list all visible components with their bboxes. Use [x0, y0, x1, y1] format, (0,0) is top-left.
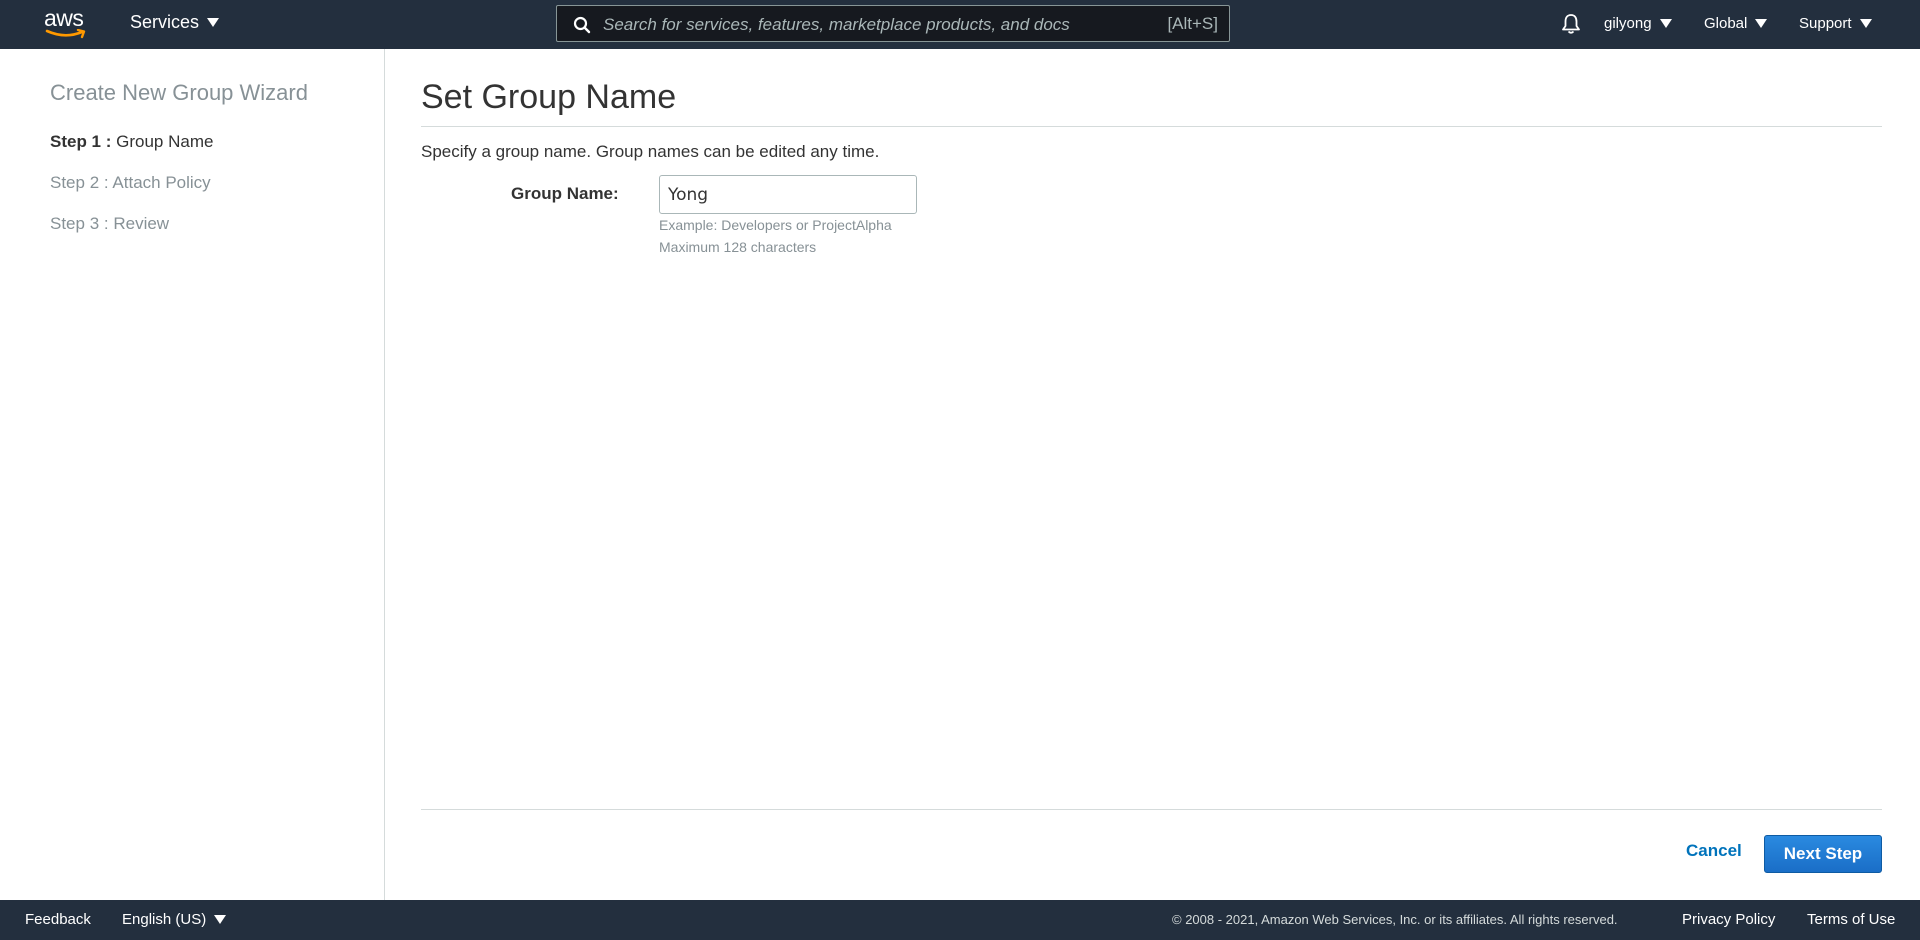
terms-of-use-link[interactable]: Terms of Use [1807, 911, 1895, 928]
page-description: Specify a group name. Group names can be… [421, 142, 880, 161]
wizard-step-review[interactable]: Step 3 : Review [50, 214, 169, 234]
language-label: English (US) [122, 911, 207, 928]
group-name-label: Group Name: [511, 184, 619, 203]
aws-logo-text: aws [44, 5, 84, 31]
search-bar[interactable]: [Alt+S] [556, 5, 1230, 42]
step-name: Group Name [116, 132, 214, 151]
bell-icon[interactable] [1560, 13, 1582, 35]
search-input[interactable] [601, 11, 1125, 39]
feedback-link[interactable]: Feedback [25, 911, 91, 928]
step-name: Attach Policy [112, 173, 211, 192]
actions-divider [421, 809, 1882, 810]
wizard-sidebar: Create New Group Wizard Step 1 : Group N… [0, 49, 385, 900]
caret-down-icon [207, 18, 220, 27]
search-icon [573, 16, 591, 34]
support-label: Support [1799, 15, 1852, 32]
group-name-input[interactable] [659, 175, 917, 214]
step-number: Step 1 : [50, 132, 112, 151]
aws-smile-icon [45, 29, 86, 39]
region-menu[interactable]: Global [1704, 15, 1768, 32]
footer-bar: Feedback English (US) © 2008 - 2021, Ama… [0, 900, 1920, 940]
title-divider [421, 126, 1882, 127]
next-step-button[interactable]: Next Step [1764, 835, 1882, 873]
services-label: Services [130, 12, 200, 32]
region-label: Global [1704, 15, 1748, 32]
caret-down-icon [1659, 19, 1672, 28]
page-title: Set Group Name [421, 78, 677, 116]
account-menu[interactable]: gilyong [1604, 15, 1672, 32]
aws-logo[interactable]: aws [44, 7, 90, 41]
language-selector[interactable]: English (US) [122, 911, 227, 928]
caret-down-icon [1859, 19, 1872, 28]
account-label: gilyong [1604, 15, 1652, 32]
cancel-button[interactable]: Cancel [1686, 841, 1742, 861]
top-navigation-bar: aws Services [Alt+S] gilyong Global Supp… [0, 0, 1920, 49]
search-shortcut-hint: [Alt+S] [1167, 14, 1218, 33]
step-name: Review [113, 214, 170, 233]
wizard-title: Create New Group Wizard [50, 80, 308, 105]
caret-down-icon [214, 915, 227, 924]
caret-down-icon [1755, 19, 1768, 28]
copyright-text: © 2008 - 2021, Amazon Web Services, Inc.… [1172, 912, 1618, 927]
services-menu[interactable]: Services [130, 12, 220, 33]
group-name-example-hint: Example: Developers or ProjectAlpha [659, 217, 892, 233]
wizard-step-group-name[interactable]: Step 1 : Group Name [50, 132, 213, 152]
step-number: Step 2 : [50, 173, 109, 192]
privacy-policy-link[interactable]: Privacy Policy [1682, 911, 1775, 928]
wizard-step-attach-policy[interactable]: Step 2 : Attach Policy [50, 173, 211, 193]
support-menu[interactable]: Support [1799, 15, 1872, 32]
group-name-max-hint: Maximum 128 characters [659, 239, 817, 255]
step-number: Step 3 : [50, 214, 109, 233]
